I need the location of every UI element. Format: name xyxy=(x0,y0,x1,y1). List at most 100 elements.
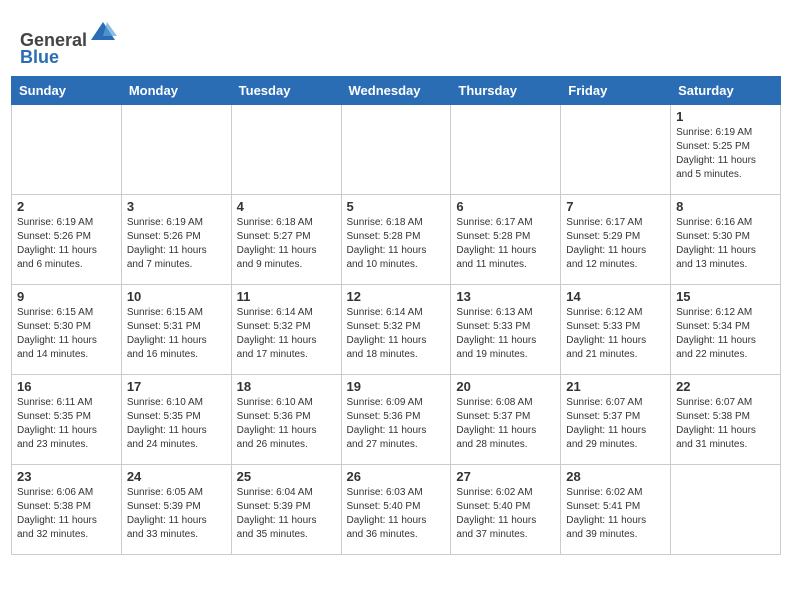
col-header-saturday: Saturday xyxy=(671,76,781,104)
day-cell: 11 Sunrise: 6:14 AM Sunset: 5:32 PM Dayli… xyxy=(231,284,341,374)
calendar-table: SundayMondayTuesdayWednesdayThursdayFrid… xyxy=(11,76,781,555)
day-number: 9 xyxy=(17,289,116,304)
day-cell: 10Sunrise: 6:15 AM Sunset: 5:31 PM Dayli… xyxy=(121,284,231,374)
day-number: 6 xyxy=(456,199,555,214)
col-header-thursday: Thursday xyxy=(451,76,561,104)
day-cell: 6 Sunrise: 6:17 AM Sunset: 5:28 PM Daylig… xyxy=(451,194,561,284)
day-info: Sunrise: 6:07 AM Sunset: 5:38 PM Dayligh… xyxy=(676,396,775,452)
day-info: Sunrise: 6:10 AM Sunset: 5:35 PM Dayligh… xyxy=(127,396,226,452)
day-cell: 28Sunrise: 6:02 AM Sunset: 5:41 PM Dayli… xyxy=(561,464,671,554)
day-info: Sunrise: 6:17 AM Sunset: 5:29 PM Dayligh… xyxy=(566,216,665,272)
day-info: Sunrise: 6:02 AM Sunset: 5:40 PM Dayligh… xyxy=(456,486,555,542)
day-info: Sunrise: 6:11 AM Sunset: 5:35 PM Dayligh… xyxy=(17,396,116,452)
col-header-wednesday: Wednesday xyxy=(341,76,451,104)
day-cell: 18 Sunrise: 6:10 AM Sunset: 5:36 PM Dayli… xyxy=(231,374,341,464)
day-number: 4 xyxy=(237,199,336,214)
page-header: General Blue xyxy=(0,0,792,76)
day-cell: 7 Sunrise: 6:17 AM Sunset: 5:29 PM Daylig… xyxy=(561,194,671,284)
day-number: 3 xyxy=(127,199,226,214)
day-number: 16 xyxy=(17,379,116,394)
day-number: 24 xyxy=(127,469,226,484)
day-info: Sunrise: 6:16 AM Sunset: 5:30 PM Dayligh… xyxy=(676,216,775,272)
day-info: Sunrise: 6:12 AM Sunset: 5:34 PM Dayligh… xyxy=(676,306,775,362)
day-number: 19 xyxy=(347,379,446,394)
day-cell: 5Sunrise: 6:18 AM Sunset: 5:28 PM Daylig… xyxy=(341,194,451,284)
day-cell xyxy=(451,104,561,194)
day-cell: 19 Sunrise: 6:09 AM Sunset: 5:36 PM Dayli… xyxy=(341,374,451,464)
day-info: Sunrise: 6:05 AM Sunset: 5:39 PM Dayligh… xyxy=(127,486,226,542)
day-number: 2 xyxy=(17,199,116,214)
day-number: 5 xyxy=(347,199,446,214)
day-info: Sunrise: 6:04 AM Sunset: 5:39 PM Dayligh… xyxy=(237,486,336,542)
day-number: 8 xyxy=(676,199,775,214)
day-cell: 3 Sunrise: 6:19 AM Sunset: 5:26 PM Daylig… xyxy=(121,194,231,284)
day-info: Sunrise: 6:14 AM Sunset: 5:32 PM Dayligh… xyxy=(237,306,336,362)
logo-icon xyxy=(89,18,117,46)
col-header-sunday: Sunday xyxy=(12,76,122,104)
day-cell xyxy=(341,104,451,194)
day-cell: 12 Sunrise: 6:14 AM Sunset: 5:32 PM Dayli… xyxy=(341,284,451,374)
day-number: 7 xyxy=(566,199,665,214)
day-cell: 24 Sunrise: 6:05 AM Sunset: 5:39 PM Dayli… xyxy=(121,464,231,554)
day-cell: 16 Sunrise: 6:11 AM Sunset: 5:35 PM Dayli… xyxy=(12,374,122,464)
col-header-friday: Friday xyxy=(561,76,671,104)
day-number: 21 xyxy=(566,379,665,394)
day-number: 27 xyxy=(456,469,555,484)
day-number: 1 xyxy=(676,109,775,124)
day-info: Sunrise: 6:18 AM Sunset: 5:27 PM Dayligh… xyxy=(237,216,336,272)
day-cell xyxy=(12,104,122,194)
week-row-3: 9 Sunrise: 6:15 AM Sunset: 5:30 PM Daylig… xyxy=(12,284,781,374)
day-cell: 25 Sunrise: 6:04 AM Sunset: 5:39 PM Dayli… xyxy=(231,464,341,554)
day-cell: 22Sunrise: 6:07 AM Sunset: 5:38 PM Dayli… xyxy=(671,374,781,464)
day-cell xyxy=(561,104,671,194)
col-header-tuesday: Tuesday xyxy=(231,76,341,104)
day-number: 11 xyxy=(237,289,336,304)
day-number: 12 xyxy=(347,289,446,304)
day-cell: 23Sunrise: 6:06 AM Sunset: 5:38 PM Dayli… xyxy=(12,464,122,554)
day-cell: 27 Sunrise: 6:02 AM Sunset: 5:40 PM Dayli… xyxy=(451,464,561,554)
day-cell: 8 Sunrise: 6:16 AM Sunset: 5:30 PM Daylig… xyxy=(671,194,781,284)
day-info: Sunrise: 6:09 AM Sunset: 5:36 PM Dayligh… xyxy=(347,396,446,452)
day-cell: 26 Sunrise: 6:03 AM Sunset: 5:40 PM Dayli… xyxy=(341,464,451,554)
day-cell: 15 Sunrise: 6:12 AM Sunset: 5:34 PM Dayli… xyxy=(671,284,781,374)
day-number: 10 xyxy=(127,289,226,304)
week-row-1: 1 Sunrise: 6:19 AM Sunset: 5:25 PM Daylig… xyxy=(12,104,781,194)
day-cell: 17 Sunrise: 6:10 AM Sunset: 5:35 PM Dayli… xyxy=(121,374,231,464)
day-cell: 14 Sunrise: 6:12 AM Sunset: 5:33 PM Dayli… xyxy=(561,284,671,374)
day-info: Sunrise: 6:19 AM Sunset: 5:26 PM Dayligh… xyxy=(127,216,226,272)
day-number: 18 xyxy=(237,379,336,394)
day-cell xyxy=(671,464,781,554)
calendar-header-row: SundayMondayTuesdayWednesdayThursdayFrid… xyxy=(12,76,781,104)
day-info: Sunrise: 6:19 AM Sunset: 5:25 PM Dayligh… xyxy=(676,126,775,182)
day-info: Sunrise: 6:19 AM Sunset: 5:26 PM Dayligh… xyxy=(17,216,116,272)
day-info: Sunrise: 6:10 AM Sunset: 5:36 PM Dayligh… xyxy=(237,396,336,452)
day-number: 28 xyxy=(566,469,665,484)
day-cell: 21 Sunrise: 6:07 AM Sunset: 5:37 PM Dayli… xyxy=(561,374,671,464)
day-number: 26 xyxy=(347,469,446,484)
col-header-monday: Monday xyxy=(121,76,231,104)
day-number: 14 xyxy=(566,289,665,304)
week-row-4: 16 Sunrise: 6:11 AM Sunset: 5:35 PM Dayli… xyxy=(12,374,781,464)
day-number: 25 xyxy=(237,469,336,484)
day-number: 20 xyxy=(456,379,555,394)
day-info: Sunrise: 6:13 AM Sunset: 5:33 PM Dayligh… xyxy=(456,306,555,362)
day-info: Sunrise: 6:14 AM Sunset: 5:32 PM Dayligh… xyxy=(347,306,446,362)
day-info: Sunrise: 6:08 AM Sunset: 5:37 PM Dayligh… xyxy=(456,396,555,452)
week-row-2: 2 Sunrise: 6:19 AM Sunset: 5:26 PM Daylig… xyxy=(12,194,781,284)
day-cell: 2 Sunrise: 6:19 AM Sunset: 5:26 PM Daylig… xyxy=(12,194,122,284)
day-cell: 4 Sunrise: 6:18 AM Sunset: 5:27 PM Daylig… xyxy=(231,194,341,284)
day-number: 13 xyxy=(456,289,555,304)
day-cell xyxy=(231,104,341,194)
day-info: Sunrise: 6:03 AM Sunset: 5:40 PM Dayligh… xyxy=(347,486,446,542)
week-row-5: 23Sunrise: 6:06 AM Sunset: 5:38 PM Dayli… xyxy=(12,464,781,554)
day-info: Sunrise: 6:12 AM Sunset: 5:33 PM Dayligh… xyxy=(566,306,665,362)
calendar-body: 1 Sunrise: 6:19 AM Sunset: 5:25 PM Daylig… xyxy=(12,104,781,554)
day-number: 15 xyxy=(676,289,775,304)
day-info: Sunrise: 6:17 AM Sunset: 5:28 PM Dayligh… xyxy=(456,216,555,272)
day-cell: 20 Sunrise: 6:08 AM Sunset: 5:37 PM Dayli… xyxy=(451,374,561,464)
day-cell: 13 Sunrise: 6:13 AM Sunset: 5:33 PM Dayli… xyxy=(451,284,561,374)
logo: General Blue xyxy=(20,18,117,68)
day-info: Sunrise: 6:07 AM Sunset: 5:37 PM Dayligh… xyxy=(566,396,665,452)
day-number: 17 xyxy=(127,379,226,394)
day-info: Sunrise: 6:15 AM Sunset: 5:30 PM Dayligh… xyxy=(17,306,116,362)
